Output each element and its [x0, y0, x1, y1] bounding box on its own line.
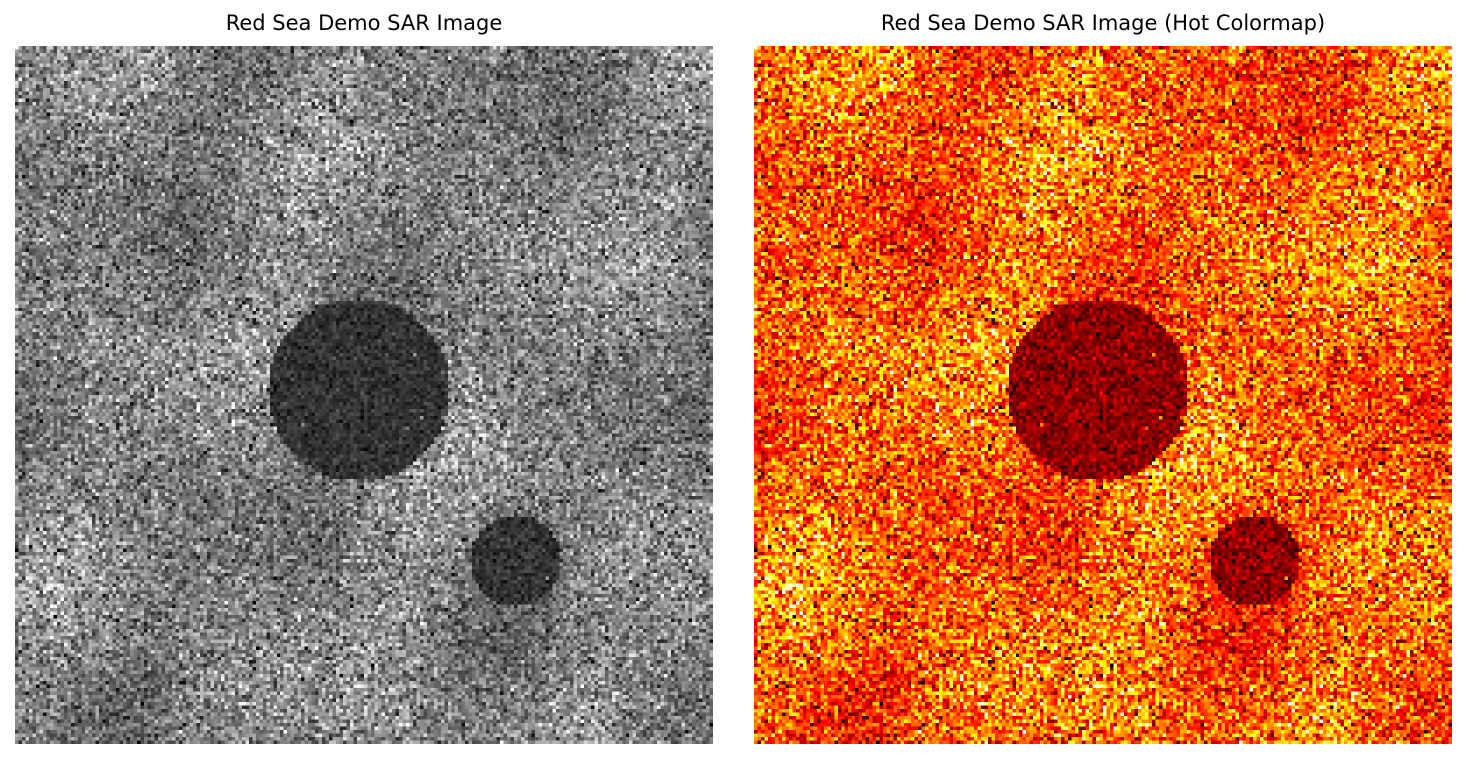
sar-image-hot-colormap: [754, 46, 1452, 744]
panel-title-grayscale: Red Sea Demo SAR Image: [225, 11, 503, 35]
panel-hot-colormap: Red Sea Demo SAR Image (Hot Colormap): [754, 0, 1452, 759]
sar-image-grayscale: [15, 46, 713, 744]
panel-grayscale: Red Sea Demo SAR Image: [15, 0, 713, 759]
panel-title-hot-colormap: Red Sea Demo SAR Image (Hot Colormap): [880, 11, 1326, 35]
